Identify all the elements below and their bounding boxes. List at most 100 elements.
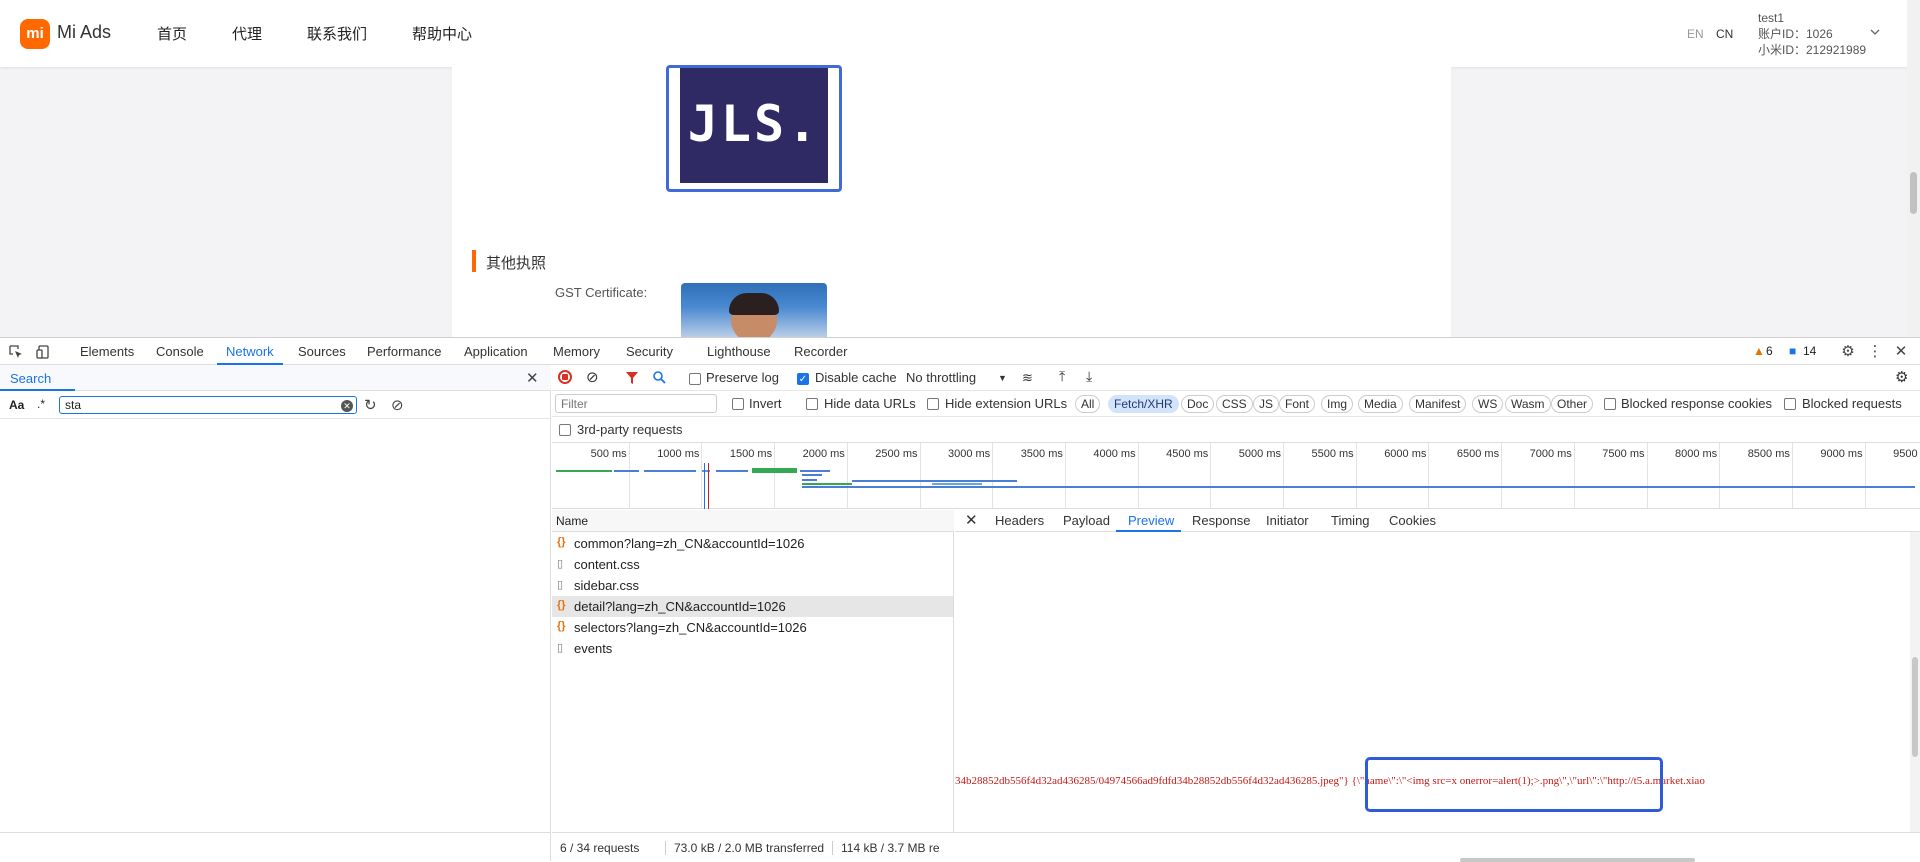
name-column-header[interactable]: Name xyxy=(552,510,954,532)
tab-timing[interactable]: Timing xyxy=(1331,513,1370,528)
blocked-response-cookies-checkbox[interactable] xyxy=(1604,398,1616,410)
uploaded-logo-image[interactable]: JLS. xyxy=(680,68,828,183)
warning-count[interactable]: 6 xyxy=(1766,344,1773,358)
nav-item-contact[interactable]: 联系我们 xyxy=(307,23,367,44)
preview-h-scrollbar-thumb[interactable] xyxy=(1460,858,1695,862)
import-har-icon[interactable]: ⤒ xyxy=(1059,368,1065,385)
preview-scrollbar-thumb[interactable] xyxy=(1912,657,1918,757)
message-count[interactable]: 14 xyxy=(1803,344,1816,358)
photo-hair xyxy=(729,293,779,315)
cancel-search-icon[interactable]: ⊘ xyxy=(391,396,404,414)
preserve-log-checkbox[interactable] xyxy=(689,373,701,385)
document-icon: ▯ xyxy=(557,579,564,591)
request-row[interactable]: ▯ content.css xyxy=(552,554,953,575)
tab-memory[interactable]: Memory xyxy=(553,344,600,359)
timeline-gridline xyxy=(1137,443,1139,509)
filter-input[interactable] xyxy=(555,394,717,413)
mi-logo-icon[interactable]: mi xyxy=(20,19,50,49)
chevron-down-icon[interactable] xyxy=(1869,26,1881,38)
gst-certificate-image[interactable] xyxy=(681,283,827,337)
type-filter-media[interactable]: Media xyxy=(1358,395,1403,413)
hide-data-urls-checkbox[interactable] xyxy=(806,398,818,410)
match-case-toggle[interactable]: Aa xyxy=(9,398,24,412)
tab-application[interactable]: Application xyxy=(464,344,528,359)
type-filter-manifest[interactable]: Manifest xyxy=(1409,395,1467,413)
regex-toggle[interactable]: .* xyxy=(37,397,45,411)
nav-item-agent[interactable]: 代理 xyxy=(232,23,262,44)
tab-lighthouse[interactable]: Lighthouse xyxy=(707,344,771,359)
type-filter-js[interactable]: JS xyxy=(1253,395,1280,413)
throttling-dropdown-icon[interactable]: ▼ xyxy=(998,373,1007,383)
type-filter-ws[interactable]: WS xyxy=(1472,395,1504,413)
tab-elements[interactable]: Elements xyxy=(80,344,134,359)
type-filter-all[interactable]: All xyxy=(1075,395,1101,413)
tab-headers[interactable]: Headers xyxy=(995,513,1044,528)
page-scrollbar-thumb[interactable] xyxy=(1910,172,1917,214)
type-filter-font[interactable]: Font xyxy=(1279,395,1316,413)
clear-log-icon[interactable]: ⊘ xyxy=(586,368,599,386)
timeline-waterfall-bar xyxy=(802,479,817,481)
lang-cn[interactable]: CN xyxy=(1716,27,1733,41)
throttling-select[interactable]: No throttling xyxy=(906,370,976,385)
refresh-search-icon[interactable]: ↻ xyxy=(364,396,377,414)
lang-en[interactable]: EN xyxy=(1687,27,1704,41)
tab-response[interactable]: Response xyxy=(1192,513,1251,528)
tab-payload[interactable]: Payload xyxy=(1063,513,1110,528)
hide-extension-urls-checkbox[interactable] xyxy=(927,398,939,410)
timeline-waterfall-bar xyxy=(556,470,612,472)
disable-cache-checkbox[interactable]: ✓ xyxy=(797,373,809,385)
type-filter-fetch-xhr[interactable]: Fetch/XHR xyxy=(1108,395,1179,413)
clear-search-icon[interactable]: ✕ xyxy=(341,400,353,412)
search-input[interactable] xyxy=(59,396,357,414)
request-row[interactable]: ▯ sidebar.css xyxy=(552,575,953,596)
tab-cookies[interactable]: Cookies xyxy=(1389,513,1436,528)
preview-h-scrollbar[interactable] xyxy=(955,858,1920,862)
more-vertical-icon[interactable]: ⋮ xyxy=(1867,344,1883,360)
timeline-gridline xyxy=(1791,443,1793,509)
close-detail-icon[interactable]: ✕ xyxy=(965,511,978,529)
tab-console[interactable]: Console xyxy=(156,344,204,359)
network-conditions-icon[interactable]: ≋ xyxy=(1022,370,1033,386)
settings-gear-icon[interactable]: ⚙ xyxy=(1840,344,1856,360)
close-devtools-icon[interactable]: ✕ xyxy=(1893,344,1909,360)
network-settings-icon[interactable]: ⚙ xyxy=(1895,368,1908,386)
inspect-element-icon[interactable] xyxy=(8,344,24,360)
type-filter-css[interactable]: CSS xyxy=(1216,395,1253,413)
brand-name[interactable]: Mi Ads xyxy=(57,22,111,43)
user-info[interactable]: test1 账户ID：1026 小米ID：212921989 xyxy=(1758,10,1866,58)
third-party-checkbox[interactable] xyxy=(559,424,571,436)
blocked-requests-checkbox[interactable] xyxy=(1784,398,1796,410)
invert-checkbox[interactable] xyxy=(732,398,744,410)
device-toolbar-icon[interactable] xyxy=(36,344,52,360)
timeline-gridline xyxy=(701,443,703,509)
close-search-icon[interactable]: ✕ xyxy=(526,369,539,387)
type-filter-img[interactable]: Img xyxy=(1321,395,1354,413)
network-timeline-overview[interactable]: 500 ms 1000 ms 1500 ms 2000 ms 2500 ms 3000 m… xyxy=(552,443,1920,509)
preview-scrollbar[interactable] xyxy=(1910,532,1920,832)
request-row[interactable]: {} detail?lang=zh_CN&accountId=1026 xyxy=(552,596,953,617)
tab-security[interactable]: Security xyxy=(626,344,673,359)
request-row[interactable]: {} common?lang=zh_CN&accountId=1026 xyxy=(552,533,953,554)
request-row[interactable]: ▯ events xyxy=(552,638,953,659)
warning-icon[interactable]: ▲ xyxy=(1753,344,1765,358)
message-icon[interactable]: ■ xyxy=(1789,344,1796,358)
nav-item-help[interactable]: 帮助中心 xyxy=(412,23,472,44)
export-har-icon[interactable]: ⤓ xyxy=(1086,368,1092,385)
filter-icon[interactable] xyxy=(625,371,639,385)
timeline-gridline xyxy=(774,443,776,509)
request-row[interactable]: {} selectors?lang=zh_CN&accountId=1026 xyxy=(552,617,953,638)
tab-recorder[interactable]: Recorder xyxy=(794,344,847,359)
type-filter-doc[interactable]: Doc xyxy=(1181,395,1215,413)
tab-initiator[interactable]: Initiator xyxy=(1266,513,1309,528)
type-filter-other[interactable]: Other xyxy=(1551,395,1594,413)
type-filter-wasm[interactable]: Wasm xyxy=(1505,395,1551,413)
page-scrollbar[interactable] xyxy=(1907,0,1920,337)
nav-item-home[interactable]: 首页 xyxy=(157,23,187,44)
tab-sources[interactable]: Sources xyxy=(298,344,346,359)
tab-preview[interactable]: Preview xyxy=(1128,513,1174,528)
search-title[interactable]: Search xyxy=(10,371,51,386)
record-stop-icon[interactable] xyxy=(558,370,572,384)
search-icon[interactable] xyxy=(652,370,666,384)
tab-network[interactable]: Network xyxy=(226,344,274,359)
tab-performance[interactable]: Performance xyxy=(367,344,441,359)
